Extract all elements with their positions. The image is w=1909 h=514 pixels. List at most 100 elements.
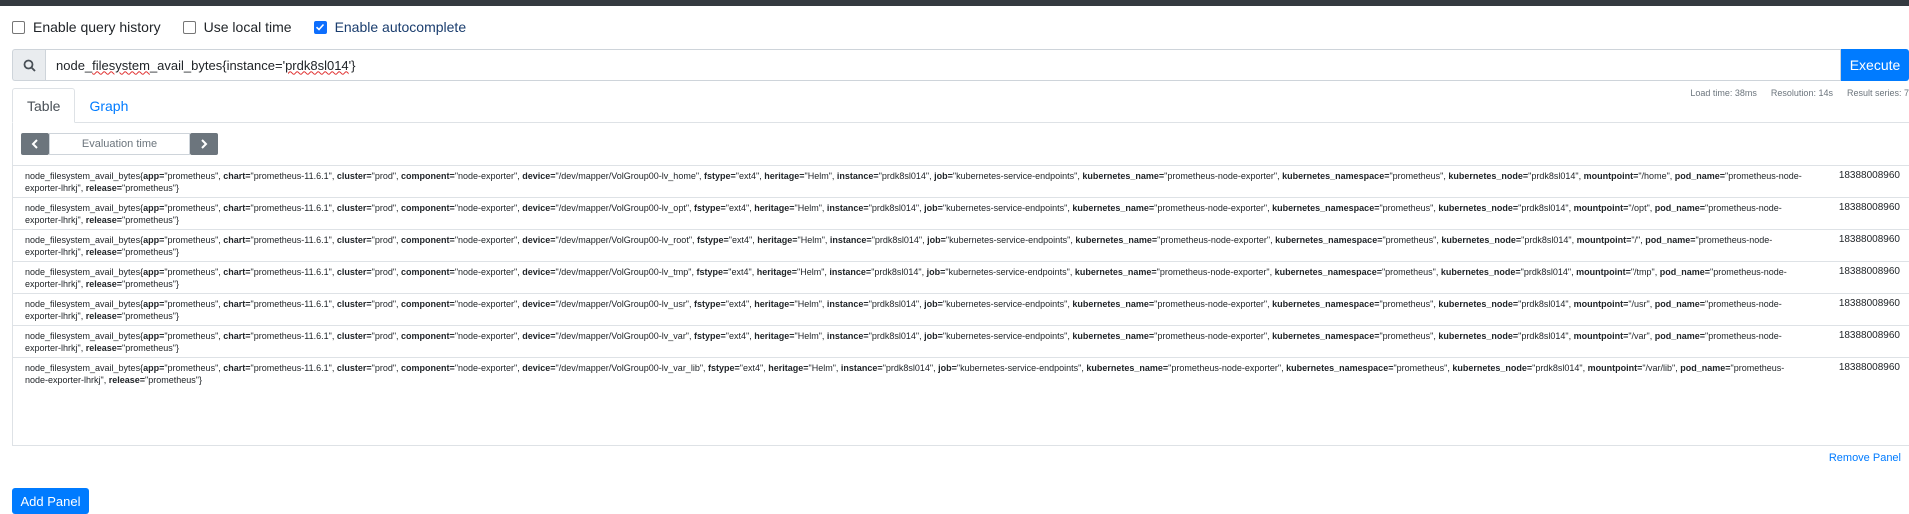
metric-labels: node_filesystem_avail_bytes{app="prometh… xyxy=(25,203,1782,225)
label-job: "kubernetes-service-endpoints" xyxy=(945,267,1070,277)
label-kubernetes-namespace: "prometheus" xyxy=(1379,203,1434,213)
add-panel-button[interactable]: Add Panel xyxy=(12,488,89,514)
label-component-key: component= xyxy=(401,363,455,373)
enable-autocomplete-checkbox[interactable] xyxy=(313,20,327,34)
tab-graph[interactable]: Graph xyxy=(75,88,142,123)
label-app: "prometheus" xyxy=(164,203,219,213)
next-time-button[interactable] xyxy=(190,133,218,155)
enable-query-history-checkbox[interactable] xyxy=(12,20,25,34)
label-kubernetes-namespace-key: kubernetes_namespace= xyxy=(1272,331,1380,341)
label-app-key: app= xyxy=(143,171,165,181)
label-release-key: release= xyxy=(85,343,123,353)
label-component: "node-exporter" xyxy=(454,203,518,213)
metric-value: 18388008960 xyxy=(1838,298,1900,309)
label-kubernetes-name: "prometheus-node-exporter" xyxy=(1157,235,1271,245)
label-heritage: "Helm" xyxy=(794,331,822,341)
label-app-key: app= xyxy=(143,235,165,245)
metric-close: } xyxy=(175,215,179,225)
label-mountpoint-key: mountpoint= xyxy=(1583,171,1639,181)
label-mountpoint-key: mountpoint= xyxy=(1576,267,1631,277)
tab-table[interactable]: Table xyxy=(12,88,76,123)
enable-autocomplete-label: Enable autocomplete xyxy=(334,19,467,35)
label-pod-name-key: pod_name= xyxy=(1654,299,1706,309)
label-app: "prometheus" xyxy=(164,331,219,341)
metric-labels: node_filesystem_avail_bytes{app="prometh… xyxy=(25,331,1782,353)
label-component-key: component= xyxy=(401,235,455,245)
label-heritage-key: heritage= xyxy=(754,331,795,341)
label-mountpoint: "/tmp" xyxy=(1630,267,1655,277)
expression-middle: _avail_bytes{instance=' xyxy=(149,57,286,73)
label-kubernetes-node-key: kubernetes_node= xyxy=(1452,363,1533,373)
label-device-key: device= xyxy=(522,267,556,277)
label-kubernetes-name: "prometheus-node-exporter" xyxy=(1156,267,1270,277)
top-navbar xyxy=(0,0,1909,6)
metric-name: node_filesystem_avail_bytes{ xyxy=(25,203,144,213)
label-chart: "prometheus-11.6.1" xyxy=(250,267,332,277)
metric-value: 18388008960 xyxy=(1838,234,1900,245)
label-kubernetes-namespace: "prometheus" xyxy=(1379,331,1434,341)
label-cluster-key: cluster= xyxy=(336,331,372,341)
metric-value: 18388008960 xyxy=(1838,330,1900,341)
label-component: "node-exporter" xyxy=(454,331,518,341)
label-fstype: "ext4" xyxy=(728,235,753,245)
expression-prefix: node_ xyxy=(56,57,93,73)
remove-panel-link[interactable]: Remove Panel xyxy=(1829,452,1901,464)
label-instance: "prdk8sl014" xyxy=(878,171,930,181)
label-job-key: job= xyxy=(938,363,957,373)
label-mountpoint-key: mountpoint= xyxy=(1587,363,1643,373)
label-device: "/dev/mapper/VolGroup00-lv_tmp" xyxy=(555,267,692,277)
label-app-key: app= xyxy=(143,363,165,373)
label-job: "kubernetes-service-endpoints" xyxy=(942,299,1068,309)
evaluation-time-input[interactable]: Evaluation time xyxy=(49,133,190,155)
label-cluster: "prod" xyxy=(371,267,397,277)
enable-query-history-option[interactable]: Enable query history xyxy=(12,19,161,35)
label-cluster-key: cluster= xyxy=(336,299,372,309)
label-fstype-key: fstype= xyxy=(697,235,729,245)
label-job-key: job= xyxy=(924,203,943,213)
label-kubernetes-node: "prdk8sl014" xyxy=(1518,299,1569,309)
use-local-time-checkbox[interactable] xyxy=(182,20,196,34)
label-fstype: "ext4" xyxy=(725,331,750,341)
label-kubernetes-name-key: kubernetes_name= xyxy=(1072,299,1155,309)
use-local-time-option[interactable]: Use local time xyxy=(182,19,292,35)
label-heritage-key: heritage= xyxy=(754,299,795,309)
label-job-key: job= xyxy=(924,299,943,309)
label-component: "node-exporter" xyxy=(454,235,518,245)
metric-name: node_filesystem_avail_bytes{ xyxy=(25,267,144,277)
label-device: "/dev/mapper/VolGroup00-lv_opt" xyxy=(555,203,690,213)
label-release: "prometheus" xyxy=(122,247,176,257)
metric-close: } xyxy=(175,247,179,257)
label-release-key: release= xyxy=(85,247,123,257)
expression-suffix: '} xyxy=(348,57,356,73)
label-device-key: device= xyxy=(522,363,556,373)
label-job: "kubernetes-service-endpoints" xyxy=(942,331,1068,341)
label-kubernetes-namespace-key: kubernetes_namespace= xyxy=(1282,171,1390,181)
label-job-key: job= xyxy=(927,235,946,245)
label-chart-key: chart= xyxy=(223,267,251,277)
enable-autocomplete-option[interactable]: Enable autocomplete xyxy=(313,19,467,35)
label-heritage: "Helm" xyxy=(794,203,822,213)
label-device-key: device= xyxy=(522,171,556,181)
label-kubernetes-namespace-key: kubernetes_namespace= xyxy=(1275,235,1383,245)
label-heritage: "Helm" xyxy=(794,299,822,309)
label-fstype-key: fstype= xyxy=(694,331,726,341)
label-mountpoint: "/" xyxy=(1631,235,1641,245)
label-app: "prometheus" xyxy=(164,235,219,245)
metric-labels: node_filesystem_avail_bytes{app="prometh… xyxy=(25,363,1785,385)
expression-input[interactable]: node_ filesystem _avail_bytes{instance=' pr… xyxy=(45,49,1841,81)
label-component-key: component= xyxy=(401,171,455,181)
prev-time-button[interactable] xyxy=(21,133,49,155)
label-job: "kubernetes-service-endpoints" xyxy=(942,203,1068,213)
label-pod-name-key: pod_name= xyxy=(1680,363,1731,373)
label-cluster-key: cluster= xyxy=(336,203,372,213)
label-instance-key: instance= xyxy=(826,331,869,341)
execute-button[interactable]: Execute xyxy=(1841,49,1909,81)
label-release-key: release= xyxy=(108,375,146,385)
label-release: "prometheus" xyxy=(145,375,199,385)
label-mountpoint-key: mountpoint= xyxy=(1573,331,1629,341)
label-kubernetes-node-key: kubernetes_node= xyxy=(1438,331,1519,341)
label-chart: "prometheus-11.6.1" xyxy=(250,235,332,245)
table-row: node_filesystem_avail_bytes{app="prometh… xyxy=(13,325,1909,357)
query-options: Enable query history Use local time Enab… xyxy=(12,16,488,38)
label-fstype-key: fstype= xyxy=(694,299,726,309)
